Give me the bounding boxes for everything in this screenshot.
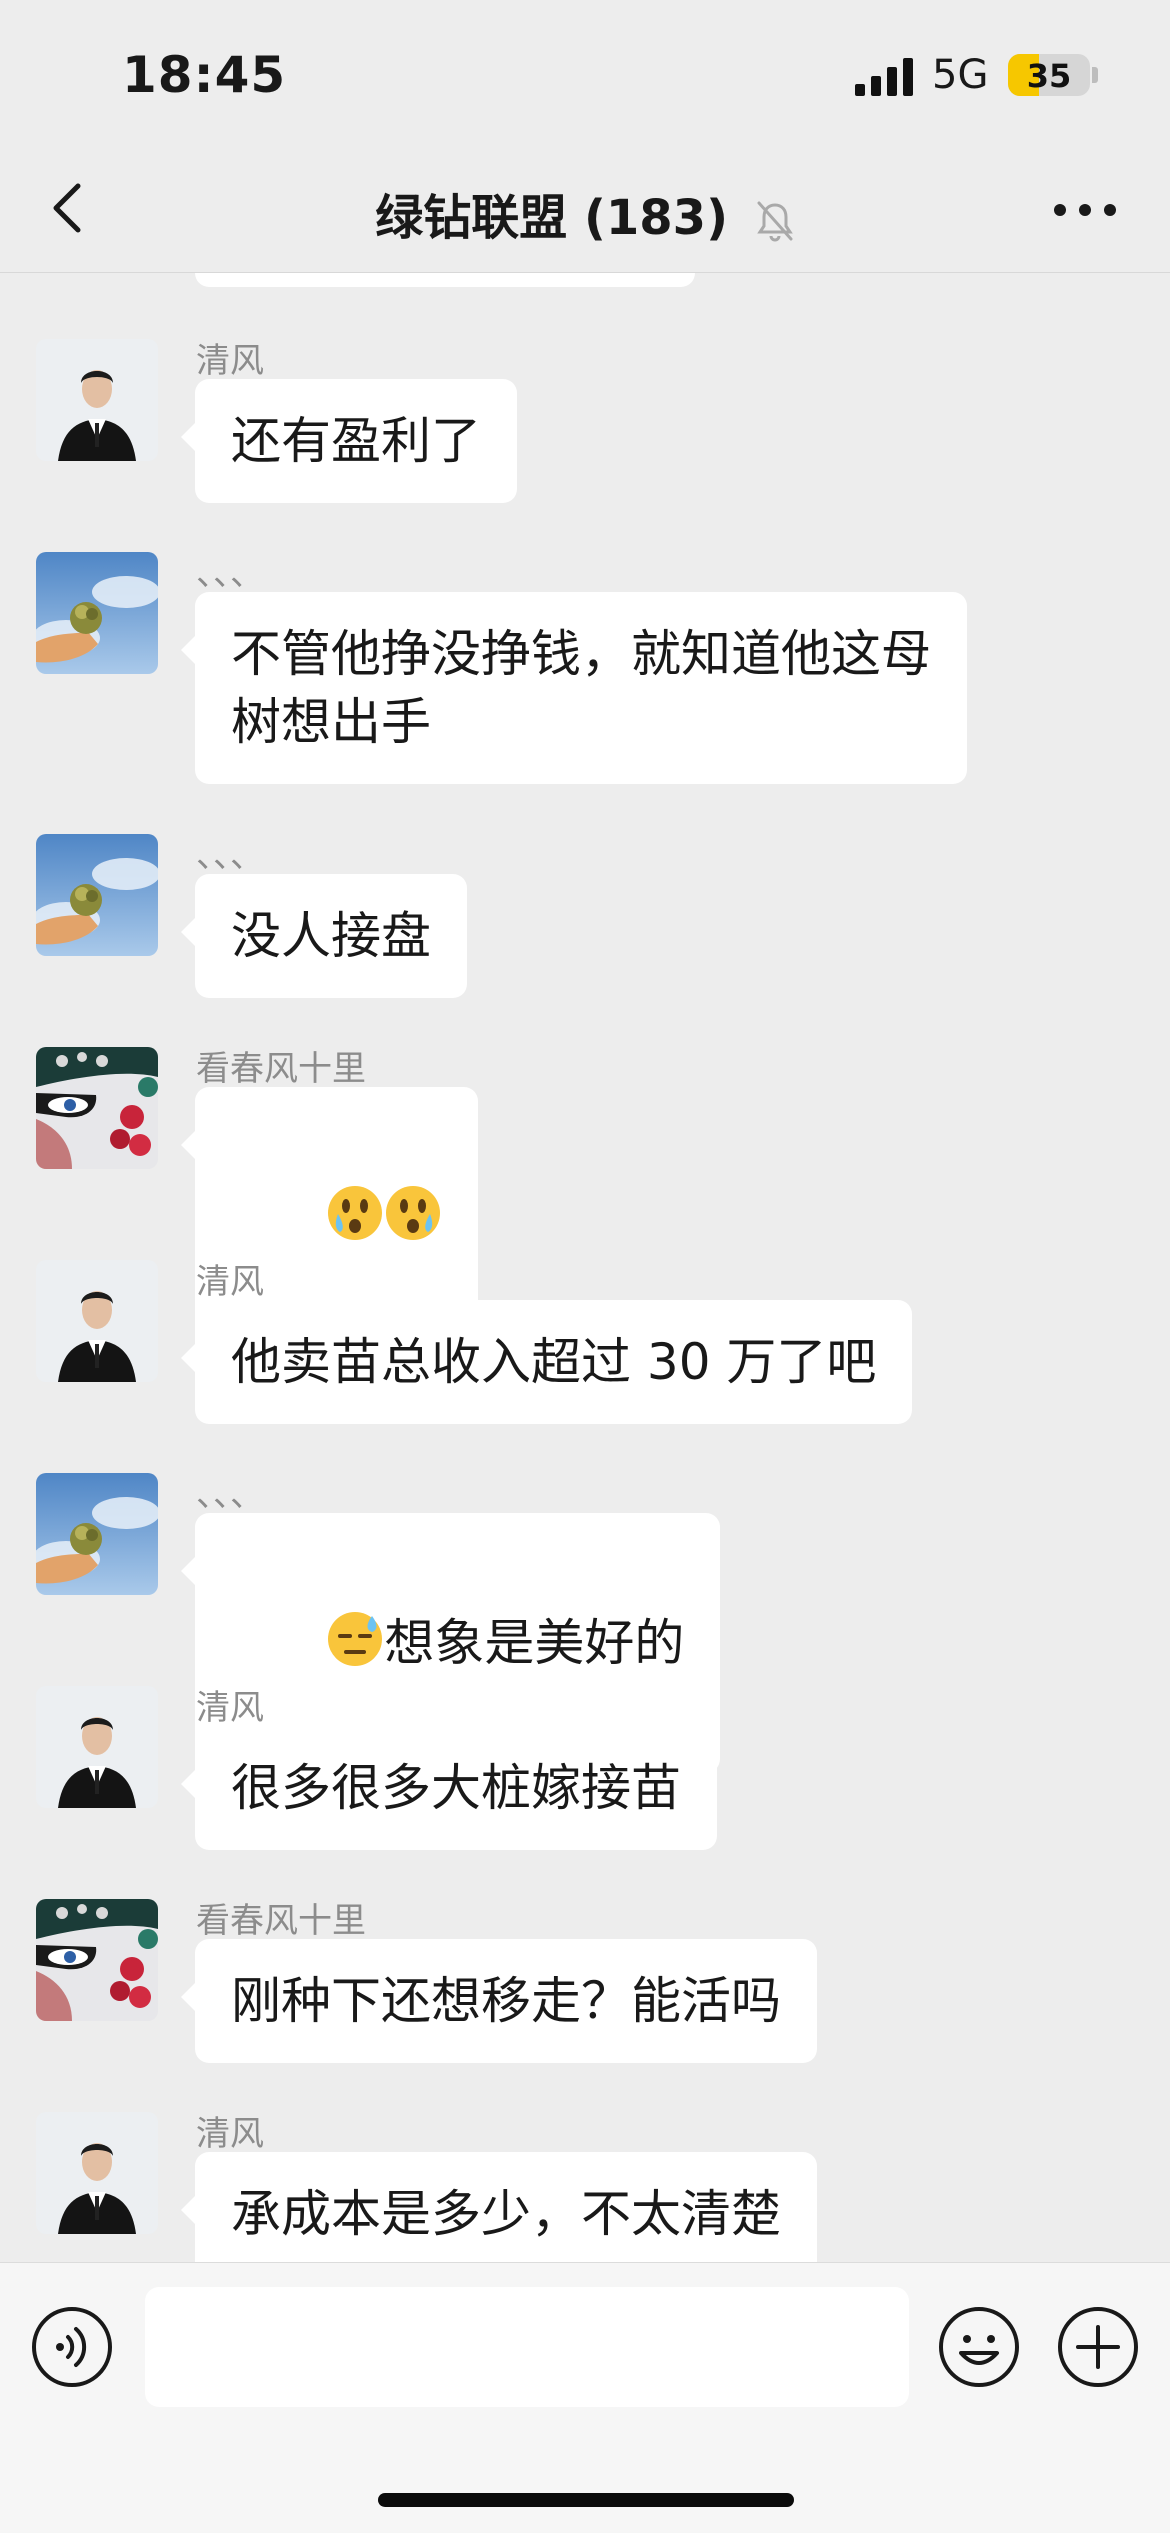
sweat-face-emoji-icon — [328, 1612, 383, 1666]
message-input[interactable] — [145, 2287, 909, 2407]
avatar[interactable] — [36, 1686, 158, 1808]
sky-plant-avatar — [36, 1473, 158, 1595]
plus-icon[interactable] — [1056, 2305, 1140, 2389]
nav-bar: 绿钻联盟 (183) — [0, 150, 1170, 273]
message-bubble[interactable]: 他卖苗总收入超过 30 万了吧 — [180, 1300, 913, 1424]
message-bubble[interactable]: 很多很多大桩嫁接苗 — [181, 1726, 717, 1850]
chat-message-list[interactable]: 清风 还有盈利了 、、、 不管他挣没挣钱，就知道他这母 树想出手 、、、 没人接… — [0, 273, 1170, 2263]
sender-name: 、、、 — [196, 554, 264, 594]
message-text: 不管他挣没挣钱，就知道他这母 树想出手 — [231, 625, 931, 751]
message-text: 刚种下还想移走？能活吗 — [231, 1972, 781, 2030]
sender-name: 清风 — [196, 2114, 264, 2154]
message-text: 他卖苗总收入超过 30 万了吧 — [231, 1333, 877, 1391]
signal-icon — [855, 58, 913, 96]
avatar[interactable] — [36, 552, 158, 674]
avatar[interactable] — [36, 1047, 158, 1169]
man-in-suit-avatar — [36, 1686, 158, 1808]
more-dots-icon[interactable] — [1050, 180, 1120, 240]
battery-tip — [1092, 67, 1098, 83]
sky-plant-avatar — [36, 834, 158, 956]
man-in-suit-avatar — [36, 2112, 158, 2234]
crying-face-emoji-icon — [328, 1186, 383, 1240]
avatar[interactable] — [36, 2112, 158, 2234]
sender-name: 看春风十里 — [196, 1901, 366, 1941]
message-bubble[interactable]: 还有盈利了 — [181, 379, 517, 503]
message-bubble[interactable]: 刚种下还想移走？能活吗 — [181, 1939, 817, 2063]
avatar[interactable] — [36, 1260, 158, 1382]
status-bar: 18:45 5G 35 — [0, 0, 1170, 150]
status-time: 18:45 — [122, 46, 287, 104]
voice-icon[interactable] — [30, 2305, 114, 2389]
message-text: 没人接盘 — [231, 907, 431, 965]
muted-bell-icon — [756, 201, 793, 242]
man-in-suit-avatar — [36, 1260, 158, 1382]
man-in-suit-avatar — [36, 339, 158, 461]
sender-name: 清风 — [196, 341, 264, 381]
sender-name: 、、、 — [196, 1475, 264, 1515]
sender-name: 清风 — [196, 1688, 264, 1728]
message-bubble[interactable]: 没人接盘 — [181, 874, 467, 998]
sender-name: 清风 — [196, 1262, 264, 1302]
avatar[interactable] — [36, 834, 158, 956]
message-text: 想象是美好的 — [384, 1614, 685, 1672]
opera-face-avatar — [36, 1047, 158, 1169]
message-bubble[interactable]: 不管他挣没挣钱，就知道他这母 树想出手 — [181, 592, 967, 784]
avatar[interactable] — [36, 339, 158, 461]
message-text: 还有盈利了 — [231, 412, 481, 470]
home-indicator — [378, 2493, 794, 2507]
message-bubble[interactable]: 承成本是多少，不太清楚 — [181, 2152, 817, 2263]
opera-face-avatar — [36, 1899, 158, 2021]
sky-plant-avatar — [36, 552, 158, 674]
previous-message-bubble — [195, 273, 695, 287]
battery-level: 35 — [1026, 57, 1072, 95]
input-bar — [0, 2262, 1170, 2533]
sender-name: 、、、 — [196, 836, 264, 876]
avatar[interactable] — [36, 1899, 158, 2021]
emoji-icon[interactable] — [937, 2305, 1021, 2389]
chat-title-text: 绿钻联盟 (183) — [375, 190, 729, 246]
network-label: 5G — [932, 52, 989, 98]
crying-face-emoji-icon — [386, 1186, 441, 1240]
message-text: 很多很多大桩嫁接苗 — [231, 1759, 681, 1817]
message-text: 承成本是多少，不太清楚 — [231, 2185, 781, 2243]
sender-name: 看春风十里 — [196, 1049, 366, 1089]
chat-title: 绿钻联盟 (183) — [0, 178, 1170, 248]
avatar[interactable] — [36, 1473, 158, 1595]
battery-icon: 35 — [1008, 54, 1090, 96]
